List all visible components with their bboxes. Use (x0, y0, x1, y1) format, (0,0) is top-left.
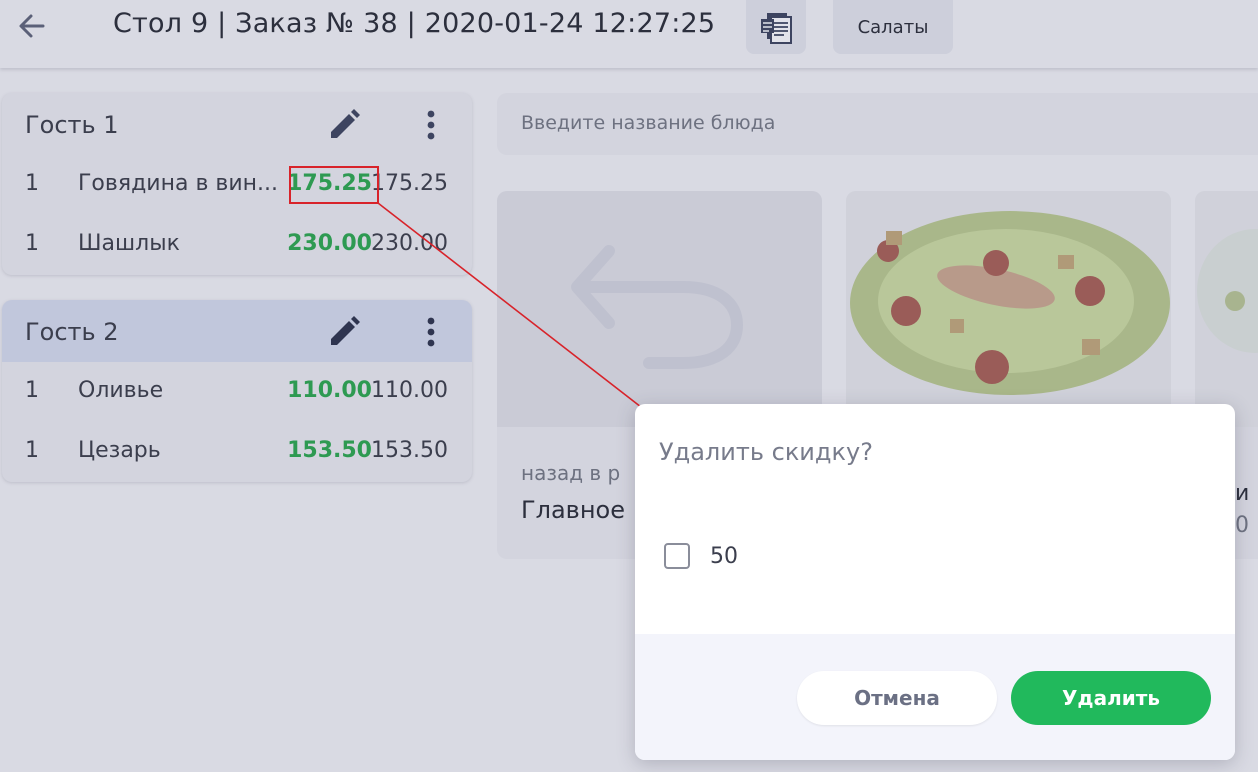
dish-image (846, 191, 1171, 427)
annotation-highlight (289, 166, 379, 204)
back-tile-image (497, 191, 822, 427)
item-name: Цезарь (78, 438, 161, 463)
category-button[interactable]: Салаты (833, 0, 953, 54)
document-icon (761, 13, 792, 44)
return-arrow-icon (571, 245, 744, 369)
discount-checkbox[interactable] (664, 543, 690, 569)
item-qty: 1 (25, 171, 39, 196)
item-discounted-price[interactable]: 153.50 (287, 438, 372, 463)
discount-option-label[interactable]: 50 (710, 544, 738, 569)
guest-card: Гость 1 1 Говядина в вин... 175.25 175.2… (2, 93, 472, 275)
top-bar: Стол 9 | Заказ № 38 | 2020-01-24 12:27:2… (0, 0, 1258, 68)
item-qty: 1 (25, 378, 39, 403)
kebab-menu-icon[interactable] (420, 107, 442, 143)
item-discounted-price[interactable]: 110.00 (287, 378, 372, 403)
guest-name: Гость 2 (25, 318, 119, 346)
guest-card: Гость 2 1 Оливье 110.00 110.00 1 Цезарь … (2, 300, 472, 482)
kebab-menu-icon[interactable] (420, 314, 442, 350)
order-item-row[interactable]: 1 Цезарь 153.50 153.50 (2, 422, 472, 482)
item-price: 175.25 (371, 171, 448, 196)
order-item-row[interactable]: 1 Оливье 110.00 110.00 (2, 362, 472, 422)
order-item-row[interactable]: 1 Говядина в вин... 175.25 175.25 (2, 155, 472, 215)
dialog-title: Удалить скидку? (659, 438, 873, 466)
order-item-row[interactable]: 1 Шашлык 230.00 230.00 (2, 215, 472, 275)
item-qty: 1 (25, 231, 39, 256)
remove-discount-dialog: Удалить скидку? 50 Отмена Удалить (635, 404, 1235, 760)
guest-header: Гость 2 (2, 300, 472, 362)
item-discounted-price[interactable]: 230.00 (287, 231, 372, 256)
back-tile-subtitle: назад в р (521, 461, 621, 485)
item-name: Оливье (78, 378, 164, 403)
dialog-footer: Отмена Удалить (635, 634, 1235, 760)
item-qty: 1 (25, 438, 39, 463)
pencil-icon[interactable] (326, 314, 362, 350)
arrow-left-icon[interactable] (14, 8, 50, 44)
dish-search-input[interactable]: Введите название блюда (497, 93, 1258, 155)
cancel-button[interactable]: Отмена (797, 671, 997, 725)
item-price: 110.00 (371, 378, 448, 403)
page-title: Стол 9 | Заказ № 38 | 2020-01-24 12:27:2… (113, 8, 716, 39)
item-price: 153.50 (371, 438, 448, 463)
document-button[interactable] (746, 0, 806, 54)
guest-name: Гость 1 (25, 111, 119, 139)
guest-header: Гость 1 (2, 93, 472, 155)
back-tile-title: Главное (521, 496, 625, 524)
delete-button[interactable]: Удалить (1011, 671, 1211, 725)
pencil-icon[interactable] (326, 107, 362, 143)
item-name: Шашлык (78, 231, 180, 256)
item-name: Говядина в вин... (78, 171, 279, 196)
dish-image (1195, 191, 1258, 427)
item-price: 230.00 (371, 231, 448, 256)
